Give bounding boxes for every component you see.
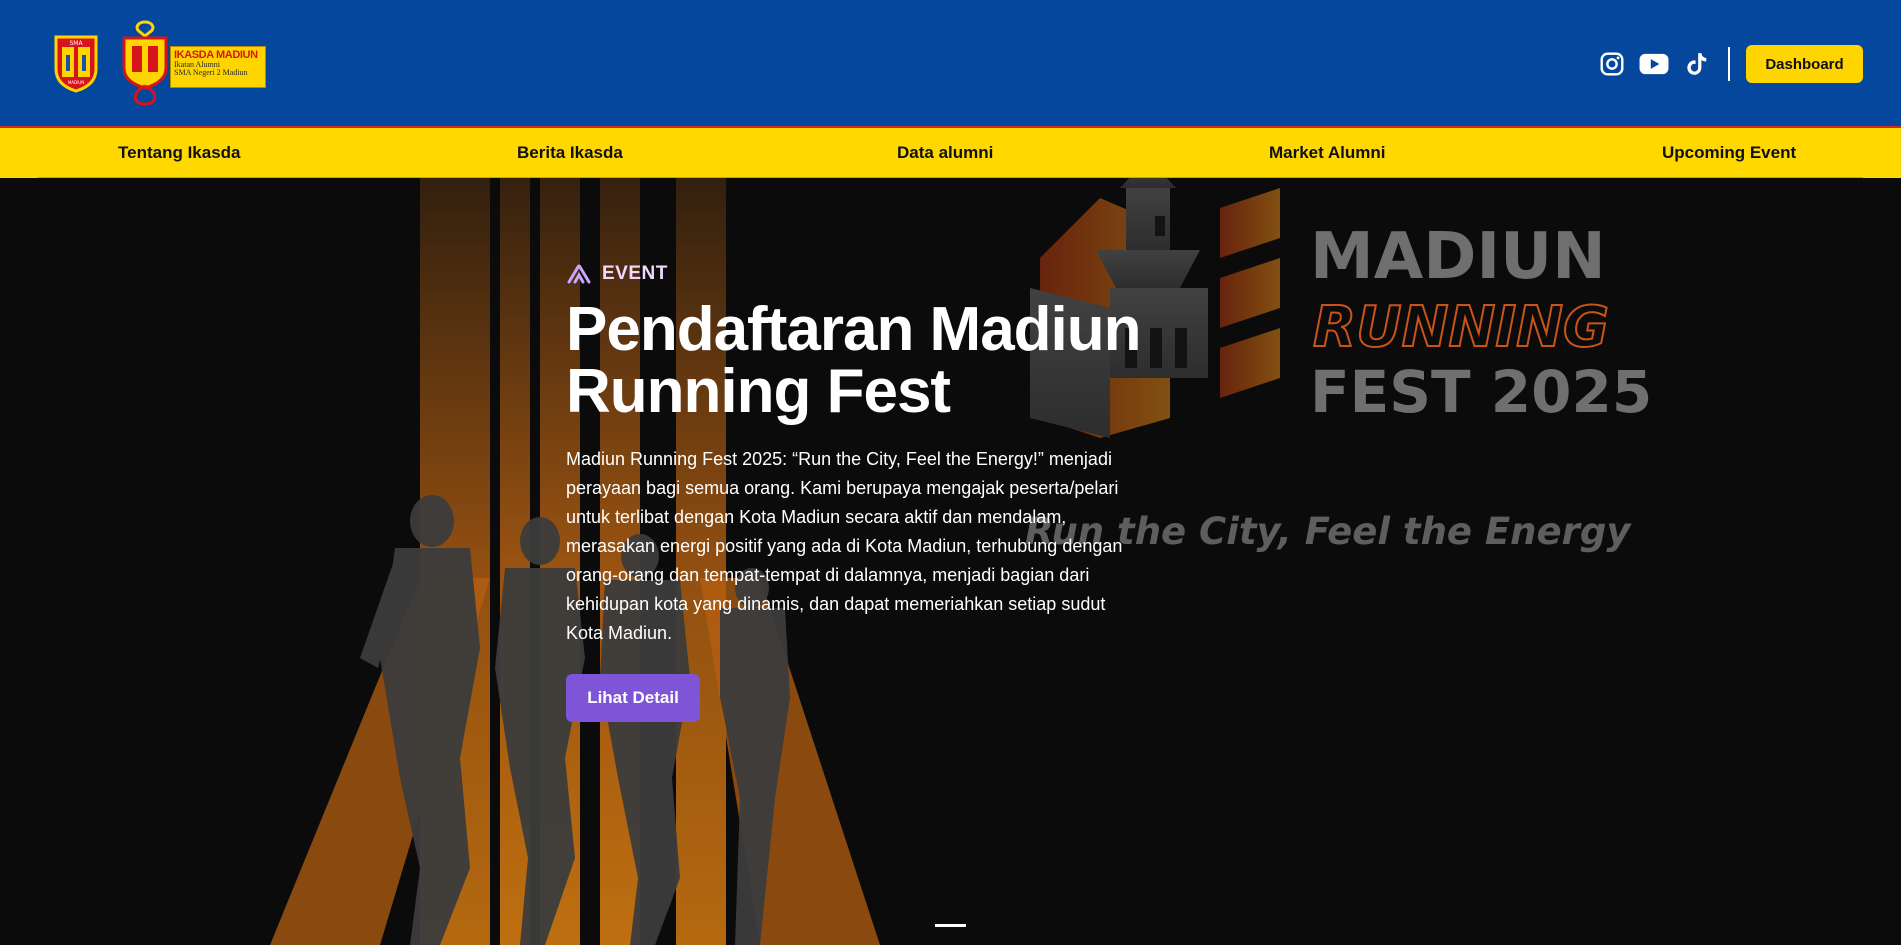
hero-content: EVENT Pendaftaran Madiun Running Fest Ma… — [566, 261, 1246, 722]
ikasda-mascot-logo — [118, 20, 172, 106]
tiktok-icon[interactable] — [1682, 50, 1710, 78]
nav-item-tentang-ikasda[interactable]: Tentang Ikasda — [118, 128, 241, 178]
main-nav: Tentang Ikasda Berita Ikasda Data alumni… — [0, 128, 1901, 178]
event-label: EVENT — [602, 263, 668, 284]
hero-description: Madiun Running Fest 2025: “Run the City,… — [566, 449, 1123, 643]
lihat-detail-button[interactable]: Lihat Detail — [566, 674, 700, 722]
nav-item-market-alumni[interactable]: Market Alumni — [1269, 128, 1386, 178]
logo-group[interactable]: SMA MADIUN IKASDA MADIUN Ikatan Alumni S… — [52, 20, 266, 106]
nav-item-upcoming-event[interactable]: Upcoming Event — [1662, 128, 1796, 178]
event-eyebrow: EVENT — [566, 261, 1246, 287]
poster-line1: MADIUN — [1310, 220, 1606, 294]
instagram-icon[interactable] — [1598, 50, 1626, 78]
nav-item-berita-ikasda[interactable]: Berita Ikasda — [517, 128, 623, 178]
dashboard-button[interactable]: Dashboard — [1746, 45, 1863, 83]
crest-top-text: SMA — [69, 40, 83, 47]
top-header: SMA MADIUN IKASDA MADIUN Ikatan Alumni S… — [0, 0, 1901, 128]
ikasda-wordmark: IKASDA MADIUN Ikatan Alumni SMA Negeri 2… — [170, 46, 266, 88]
youtube-icon[interactable] — [1638, 50, 1670, 78]
header-divider — [1728, 47, 1730, 81]
poster-line3: FEST 2025 — [1310, 358, 1652, 426]
header-actions: Dashboard — [1598, 45, 1863, 83]
event-category-icon — [567, 264, 591, 284]
school-crest-logo: SMA MADIUN — [52, 33, 100, 93]
hero-banner: MADIUN RUNNING FEST 2025 Run the City, F… — [0, 178, 1901, 945]
brand-tagline-line2: SMA Negeri 2 Madiun — [174, 68, 248, 77]
nav-item-data-alumni[interactable]: Data alumni — [897, 128, 993, 178]
hero-title: Pendaftaran Madiun Running Fest — [566, 295, 1142, 426]
carousel-indicator[interactable] — [935, 924, 966, 927]
crest-bottom-text: MADIUN — [68, 80, 84, 85]
poster-line2: RUNNING — [1313, 295, 1609, 360]
